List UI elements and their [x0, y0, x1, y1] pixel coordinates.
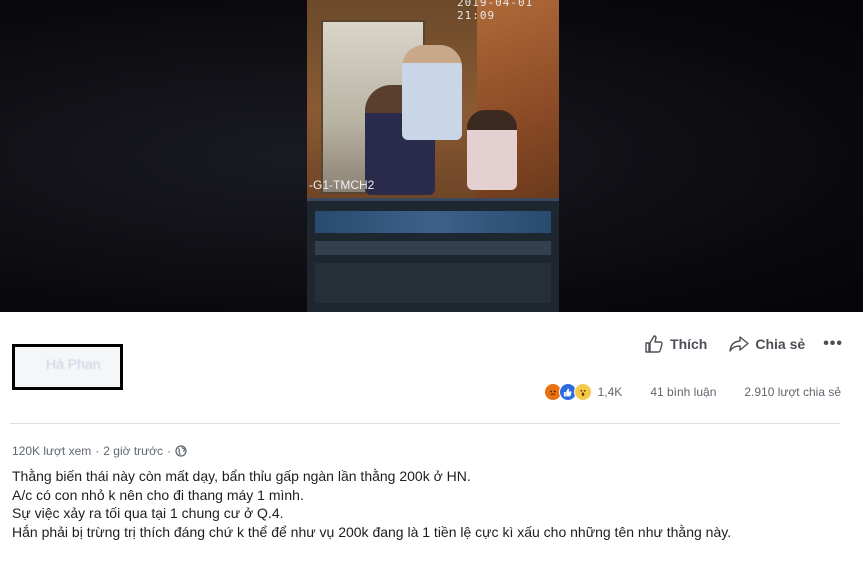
monitor-bar — [307, 198, 559, 312]
monitor-strip — [315, 211, 551, 233]
post-text-line: Sự việc xảy ra tối qua tại 1 chung cư ở … — [12, 505, 284, 521]
video-player[interactable]: 2019-04-01 21:09 -G1-TMCH2 — [0, 0, 863, 312]
comments-count-link[interactable]: 41 bình luận — [650, 385, 716, 399]
post-stats: 1,4K 41 bình luận 2.910 lượt chia sẻ — [543, 383, 841, 401]
shares-count-link[interactable]: 2.910 lượt chia sẻ — [744, 385, 841, 399]
video-frame[interactable]: 2019-04-01 21:09 -G1-TMCH2 — [307, 0, 559, 312]
post-subline: 120K lượt xem · 2 giờ trước · — [12, 444, 187, 458]
reaction-count: 1,4K — [597, 385, 623, 399]
view-count: 120K lượt xem — [12, 444, 92, 458]
more-options-button[interactable]: ••• — [823, 335, 843, 353]
separator: · — [167, 444, 172, 458]
video-person — [467, 110, 517, 190]
monitor-strip — [315, 263, 551, 303]
author-name[interactable]: Hà Phan — [46, 356, 100, 372]
post-text-line: A/c có con nhỏ k nên cho đi thang máy 1 … — [12, 486, 304, 503]
post-time-link[interactable]: 2 giờ trước — [103, 444, 163, 458]
wow-reaction-icon — [573, 383, 592, 401]
divider — [10, 423, 840, 424]
reactions-summary[interactable]: 1,4K — [543, 383, 623, 401]
post-actions: Thích Chia sẻ ••• — [622, 335, 843, 353]
thumbs-up-icon — [645, 335, 663, 353]
share-button[interactable]: Chia sẻ — [729, 336, 805, 352]
video-person — [402, 45, 462, 140]
share-label: Chia sẻ — [755, 336, 806, 352]
globe-icon[interactable] — [175, 445, 187, 457]
post-text-line: Thằng biến thái này còn mất dạy, bẩn thỉ… — [12, 468, 471, 484]
like-label: Thích — [670, 336, 708, 352]
like-button[interactable]: Thích — [644, 335, 707, 353]
monitor-strip — [315, 241, 551, 255]
camera-label: -G1-TMCH2 — [309, 178, 375, 192]
post-text-line: Hắn phải bị trừng trị thích đáng chứ k t… — [12, 523, 732, 540]
video-timestamp: 2019-04-01 21:09 — [457, 0, 534, 22]
separator: · — [95, 444, 100, 458]
share-icon — [729, 336, 750, 352]
post-text: Thằng biến thái này còn mất dạy, bẩn thỉ… — [12, 467, 842, 541]
